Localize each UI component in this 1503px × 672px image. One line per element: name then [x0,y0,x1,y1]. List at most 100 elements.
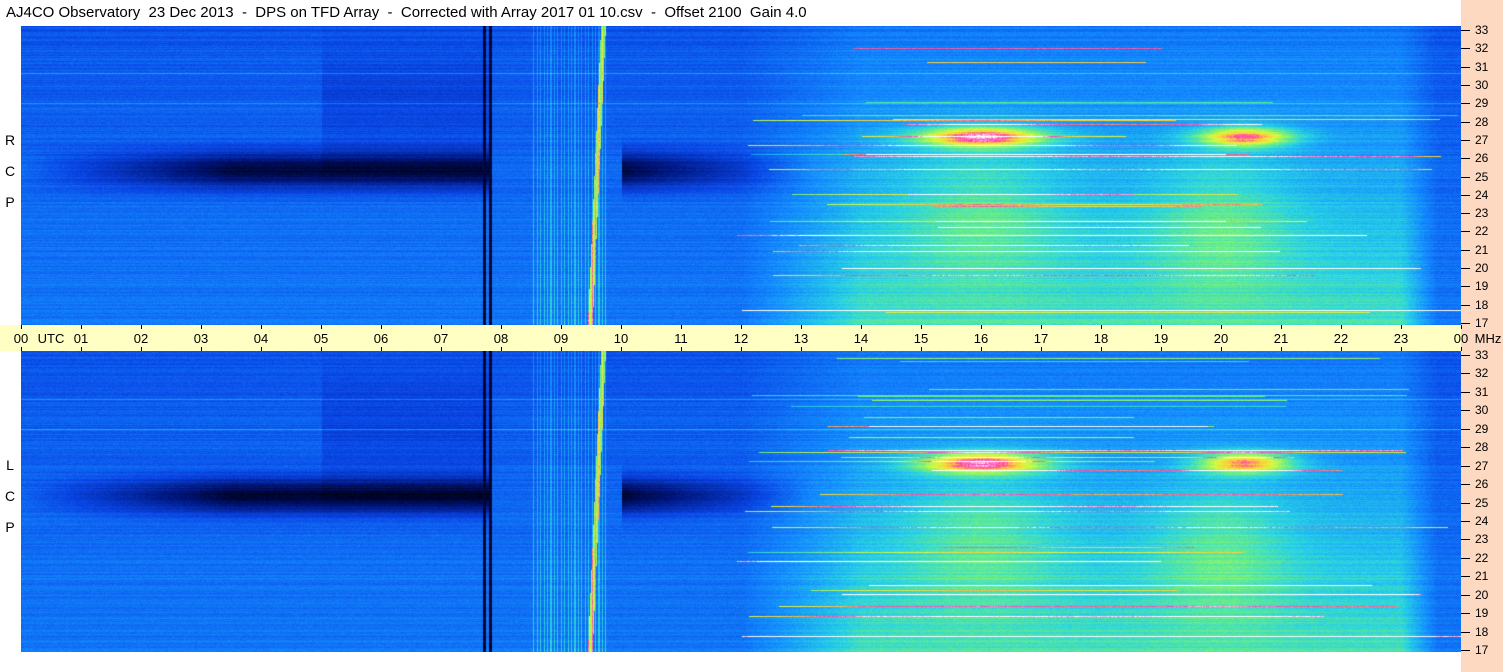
time-tick [621,325,622,329]
freq-tick-label: 24 [1475,187,1489,202]
freq-tick-label: 26 [1475,151,1489,166]
freq-tick [1461,650,1470,651]
time-tick-label: 00 [13,331,29,346]
time-tick [261,347,262,351]
mhz-unit-label: MHz [1474,331,1502,346]
utc-time-axis: 00 01 02 03 04 05 06 07 08 09 10 11 12 13 14 15 16 17 18 19… [0,325,1501,351]
time-tick [1101,347,1102,351]
time-tick-label: 01 [73,331,89,346]
freq-tick-label: 22 [1475,550,1489,565]
time-tick-label: 19 [1153,331,1169,346]
time-tick-label: 07 [433,331,449,346]
time-tick [1041,347,1042,351]
freq-tick [1461,520,1470,522]
time-tick [501,325,502,329]
time-tick-label: 23 [1393,331,1409,346]
time-tick-label: 18 [1093,331,1109,346]
time-tick-label: 10 [613,331,629,346]
time-tick [921,325,922,329]
time-tick-label: 13 [793,331,809,346]
freq-tick [1461,176,1470,178]
time-tick [1221,347,1222,351]
freq-tick-label: 33 [1475,23,1489,37]
time-tick-label: 11 [674,331,688,346]
time-tick [21,325,22,329]
time-tick [21,347,22,351]
time-tick [1461,325,1462,329]
time-tick [81,347,82,351]
time-tick-label: 22 [1333,331,1349,346]
time-tick [1041,325,1042,329]
time-tick [441,347,442,351]
time-tick [981,325,982,329]
freq-tick-label: 22 [1475,224,1489,239]
freq-tick [1461,613,1470,615]
freq-tick-label: 29 [1475,96,1489,111]
time-tick [1221,325,1222,329]
freq-tick [1461,323,1470,324]
freq-tick-label: 21 [1475,242,1489,257]
freq-tick [1461,213,1470,215]
freq-tick-label: 20 [1475,261,1489,276]
time-tick [861,347,862,351]
time-tick [801,325,802,329]
time-tick [621,347,622,351]
freq-tick-label: 19 [1475,279,1489,294]
time-tick [1401,347,1402,351]
time-tick-label: 17 [1033,331,1049,346]
time-tick [1341,347,1342,351]
freq-tick-label: 31 [1475,59,1489,74]
freq-tick [1461,194,1470,196]
time-tick [81,325,82,329]
title-bar: AJ4CO Observatory 23 Dec 2013 - DPS on T… [0,0,1461,26]
freq-tick [1461,594,1470,596]
rcp-frequency-axis: 17 18 19 20 21 22 23 24 25 26 27 28 29 30 31 32 33 [1461,23,1503,330]
polarization-letter: P [5,194,15,210]
freq-tick [1461,84,1470,86]
time-tick [321,325,322,329]
time-tick [501,347,502,351]
freq-tick-label: 32 [1475,41,1489,56]
time-tick [1101,325,1102,329]
freq-tick [1461,103,1470,105]
freq-tick [1461,410,1470,412]
lcp-label: LCP [2,450,18,543]
time-tick-label: 02 [133,331,149,346]
freq-tick [1461,391,1470,393]
time-tick [261,325,262,329]
freq-tick [1461,447,1470,449]
time-tick [561,347,562,351]
rcp-label: RCP [2,125,18,218]
freq-tick [1461,576,1470,578]
lcp-spectrogram [21,351,1461,652]
freq-tick-label: 30 [1475,403,1489,418]
time-tick-label: 15 [913,331,929,346]
freq-tick-label: 18 [1475,624,1489,639]
freq-tick [1461,304,1470,306]
time-tick [1161,325,1162,329]
time-tick-label: 14 [853,331,869,346]
freq-tick [1461,539,1470,541]
time-tick [201,325,202,329]
time-tick [741,325,742,329]
freq-tick [1461,48,1470,50]
freq-tick-label: 18 [1475,297,1489,312]
freq-tick [1461,231,1470,233]
freq-tick-label: 23 [1475,206,1489,221]
freq-tick [1461,428,1470,430]
time-tick [141,325,142,329]
freq-tick-label: 33 [1475,348,1489,362]
freq-tick [1461,373,1470,375]
freq-tick-label: 27 [1475,458,1489,473]
freq-tick [1461,355,1470,356]
time-tick [1341,325,1342,329]
time-tick [1401,325,1402,329]
time-tick [441,325,442,329]
time-tick [801,347,802,351]
freq-tick-label: 17 [1475,316,1489,330]
time-tick-label: 08 [493,331,509,346]
utc-unit-label: UTC [37,331,65,346]
freq-tick-label: 19 [1475,606,1489,621]
freq-tick [1461,557,1470,559]
time-tick [1161,347,1162,351]
